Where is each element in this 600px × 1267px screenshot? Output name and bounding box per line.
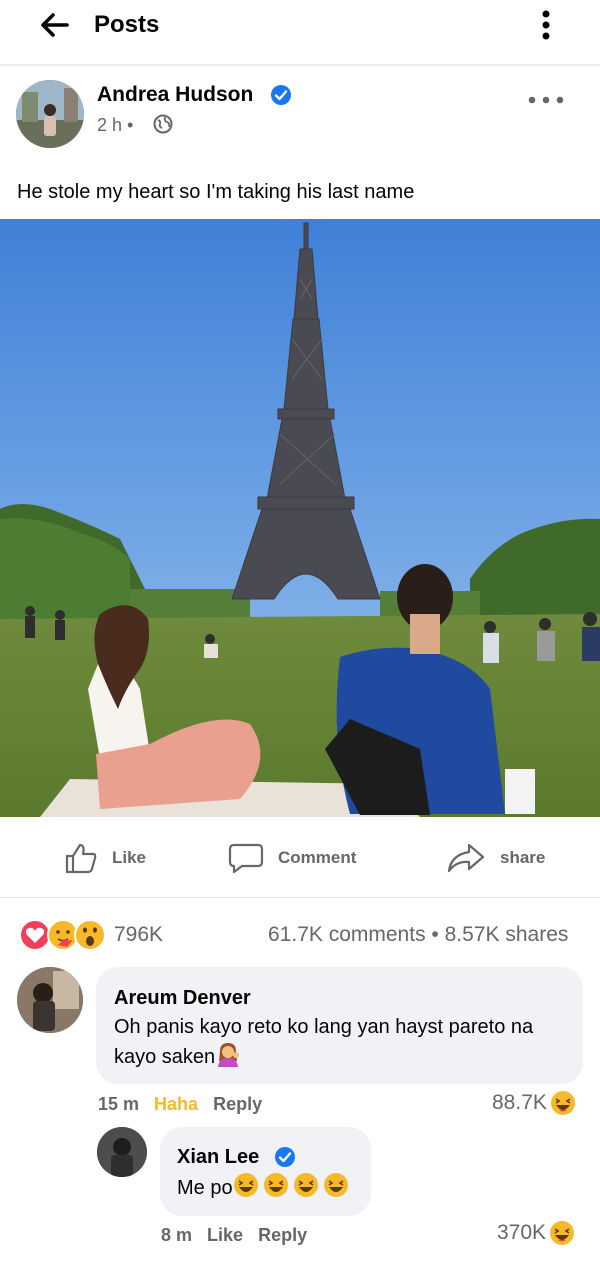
reaction-count[interactable]: 796K [114, 922, 163, 948]
person-tipping-hand-emoji [215, 1041, 241, 1076]
care-reaction-icon [47, 919, 79, 951]
horizontal-dots-icon [528, 96, 564, 104]
comment-text-line-2: kayo saken [114, 1041, 241, 1076]
laughing-emoji [263, 1173, 288, 1197]
reply-link[interactable]: Reply [258, 1225, 307, 1245]
reply-reaction-count[interactable]: 370K [497, 1220, 575, 1246]
post-action-bar: Like Comment share [0, 818, 600, 898]
reply-link[interactable]: Reply [213, 1094, 262, 1114]
reply-text: Me po [177, 1172, 349, 1207]
comment-text-line-1: Oh panis kayo reto ko lang yan hayst par… [114, 1016, 534, 1038]
like-link[interactable]: Like [207, 1225, 243, 1245]
globe-icon [153, 114, 173, 139]
reply-actions: 8 m Like Reply [161, 1223, 307, 1247]
comment-label: Comment [278, 848, 357, 867]
verified-badge-icon [274, 1146, 296, 1173]
post-time: 2 h [97, 115, 123, 135]
post-timestamp[interactable]: 2 h • [97, 113, 133, 137]
post-options-button[interactable] [524, 88, 568, 112]
share-arrow-icon [447, 843, 485, 873]
comment-bubble-icon [228, 843, 264, 874]
haha-reaction-link[interactable]: Haha [154, 1094, 198, 1114]
comment-actions: 15 m Haha Reply [98, 1092, 262, 1116]
love-reaction-icon [19, 919, 51, 951]
vertical-dots-icon [542, 10, 550, 40]
reply-text-value: Me po [177, 1177, 233, 1199]
commenter-avatar[interactable] [17, 967, 83, 1033]
wow-reaction-icon [74, 919, 106, 951]
comment-time: 15 m [98, 1094, 140, 1114]
reaction-count-value: 370K [497, 1221, 547, 1244]
replier-avatar[interactable] [97, 1127, 147, 1177]
share-button[interactable]: share [446, 838, 545, 878]
page-title: Posts [94, 11, 160, 38]
comment-text-end: kayo saken [114, 1046, 216, 1068]
avatar-photo [16, 80, 84, 148]
comment-button[interactable]: Comment [228, 838, 356, 878]
meta-separator: • [127, 115, 134, 135]
like-button[interactable]: Like [64, 838, 146, 878]
like-label: Like [112, 848, 147, 867]
comment-reaction-count[interactable]: 88.7K [492, 1090, 576, 1116]
author-name[interactable]: Andrea Hudson [97, 82, 253, 108]
author-avatar[interactable] [16, 80, 84, 148]
replier-name[interactable]: Xian Lee [177, 1144, 259, 1170]
avatar-photo [17, 967, 83, 1033]
top-bar: Posts [0, 0, 600, 64]
arrow-left-icon [41, 13, 69, 37]
avatar-photo [97, 1127, 147, 1177]
reaction-stack [19, 919, 106, 951]
laughing-emoji [323, 1173, 348, 1197]
laughing-emoji-row [233, 1172, 349, 1207]
engagement-stats[interactable]: 61.7K comments • 8.57K shares [268, 922, 568, 948]
post-photo[interactable] [0, 219, 600, 817]
verified-badge-icon [270, 84, 292, 111]
reaction-icons[interactable] [18, 917, 108, 953]
eiffel-tower-photo [0, 219, 600, 817]
share-label: share [500, 848, 546, 867]
reaction-count-value: 88.7K [492, 1091, 547, 1114]
comments-count[interactable]: 61.7K comments [268, 923, 426, 946]
back-button[interactable] [36, 9, 72, 41]
reply-time: 8 m [161, 1225, 193, 1245]
thumbs-up-icon [65, 843, 97, 874]
options-menu-button[interactable] [532, 6, 560, 44]
commenter-name[interactable]: Areum Denver [114, 985, 251, 1011]
post-text: He stole my heart so I'm taking his last… [17, 181, 415, 203]
laughing-emoji [550, 1221, 575, 1245]
laughing-emoji [550, 1091, 575, 1115]
shares-count[interactable]: 8.57K shares [445, 923, 569, 946]
laughing-emoji [293, 1173, 318, 1197]
laughing-emoji [233, 1173, 258, 1197]
stats-separator: • [431, 923, 439, 946]
